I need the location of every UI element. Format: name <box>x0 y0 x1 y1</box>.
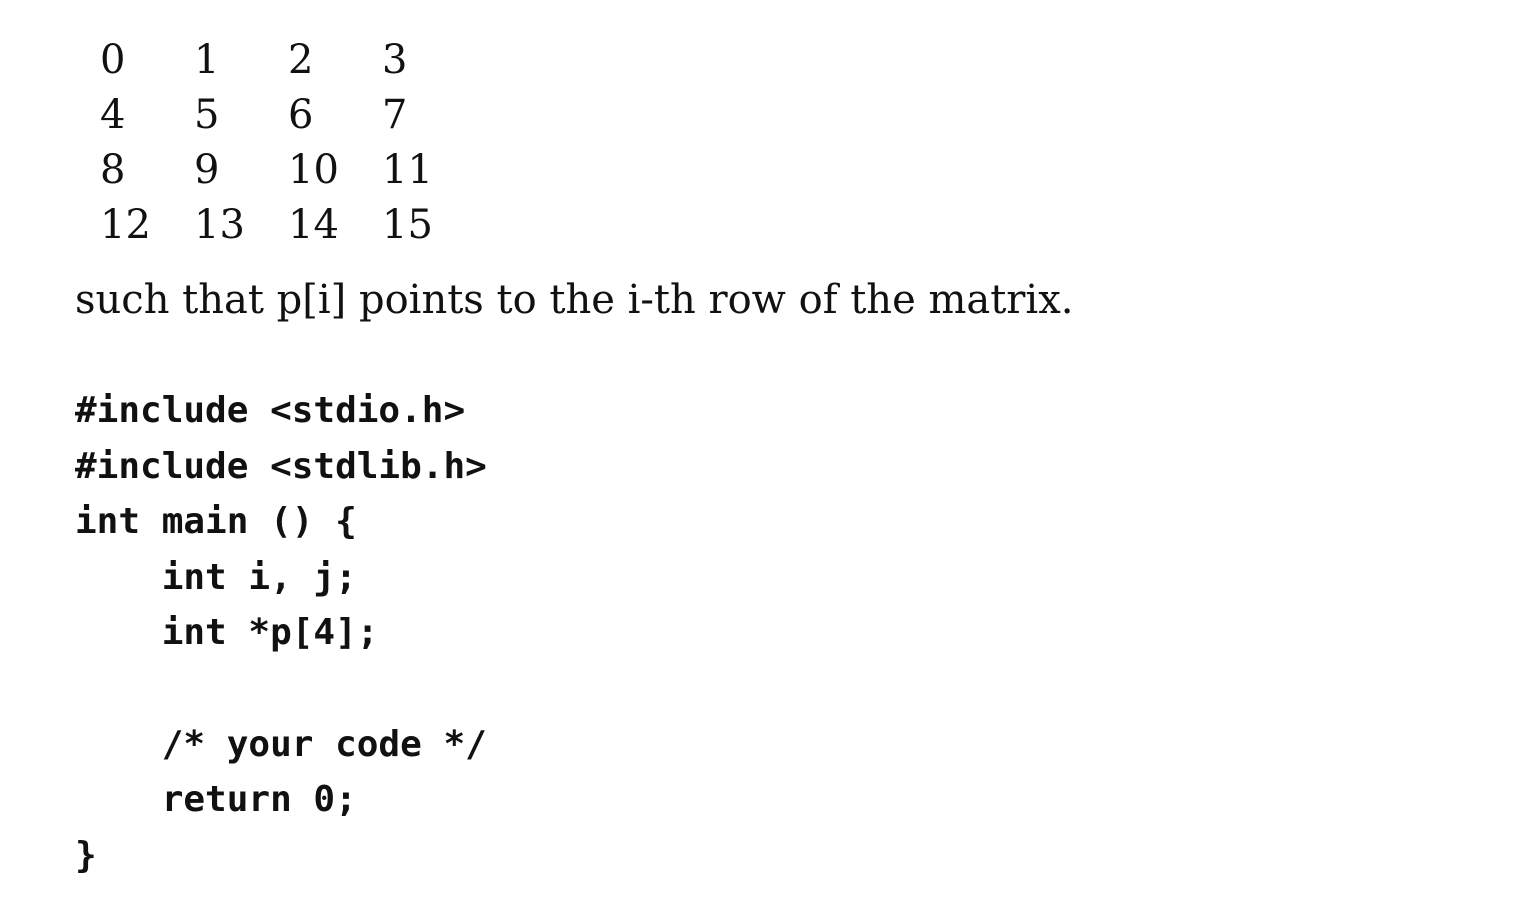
code-listing: #include <stdio.h> #include <stdlib.h> i… <box>75 383 487 883</box>
description-sentence: such that p[i] points to the i-th row of… <box>75 277 1074 323</box>
matrix-cell: 6 <box>288 92 314 138</box>
matrix-cell: 13 <box>194 202 245 248</box>
matrix-cell: 2 <box>288 37 314 83</box>
matrix-cell: 5 <box>194 92 220 138</box>
code-line: int *p[4]; <box>75 612 379 654</box>
matrix-row: 12 13 14 15 <box>100 198 476 253</box>
matrix-cell: 7 <box>382 92 408 138</box>
matrix-cell: 11 <box>382 147 433 193</box>
matrix-cell: 3 <box>382 37 408 83</box>
matrix-cell: 0 <box>100 37 126 83</box>
code-line: /* your code */ <box>75 723 487 765</box>
matrix-row: 8 9 10 11 <box>100 143 476 198</box>
code-line: int i, j; <box>75 556 357 598</box>
code-line: #include <stdio.h> <box>75 390 466 431</box>
matrix-cell: 14 <box>288 202 339 248</box>
code-line: } <box>75 834 97 876</box>
matrix-cell: 12 <box>100 202 151 248</box>
matrix-cell: 8 <box>100 147 126 193</box>
matrix-row: 0 1 2 3 <box>100 33 476 88</box>
code-line: return 0; <box>75 779 357 821</box>
matrix-cell: 15 <box>382 202 433 248</box>
matrix-cell: 9 <box>194 147 220 193</box>
matrix-cell: 1 <box>194 37 220 83</box>
matrix-row: 4 5 6 7 <box>100 88 476 143</box>
code-line: #include <stdlib.h> <box>75 445 487 487</box>
matrix-cell: 4 <box>100 92 126 138</box>
number-matrix: 0 1 2 3 4 5 6 7 8 9 10 11 12 13 14 15 <box>100 33 476 253</box>
matrix-cell: 10 <box>288 147 339 193</box>
code-line: int main () { <box>75 501 357 543</box>
